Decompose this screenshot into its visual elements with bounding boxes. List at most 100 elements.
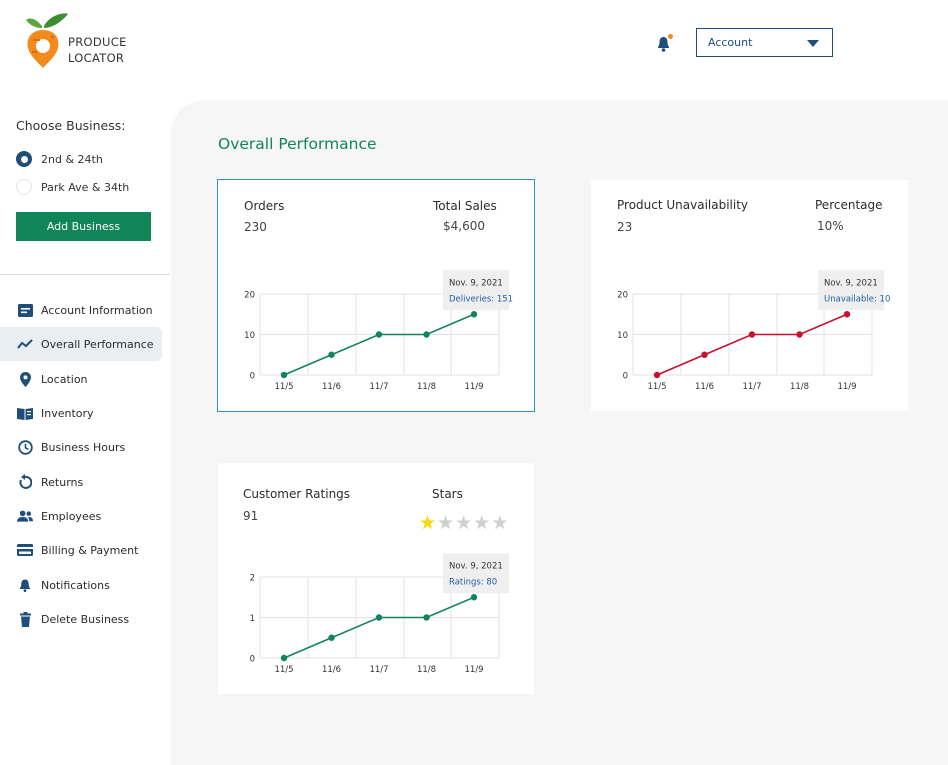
nav-account-information[interactable]: Account Information — [0, 293, 162, 327]
data-point[interactable] — [280, 654, 288, 662]
radio-unselected-icon[interactable] — [16, 179, 32, 195]
trend-line-icon — [17, 336, 33, 352]
people-icon — [17, 508, 33, 524]
nav-label: Account Information — [41, 303, 153, 317]
radio-selected-icon[interactable] — [16, 151, 32, 167]
nav-label: Business Hours — [41, 440, 126, 454]
data-point[interactable] — [375, 614, 383, 621]
trash-icon — [17, 611, 33, 627]
map-pin-icon — [17, 371, 33, 387]
y-tick-label: 0 — [623, 372, 628, 382]
notifications-bell-icon[interactable] — [655, 34, 677, 52]
clock-icon — [17, 439, 33, 455]
x-tick-label: 11/7 — [369, 665, 388, 675]
tooltip-date: Nov. 9, 2021 — [824, 278, 878, 288]
x-tick-label: 11/8 — [417, 665, 436, 675]
nav-label: Notifications — [41, 578, 110, 592]
x-tick-label: 11/9 — [464, 665, 483, 675]
tooltip — [443, 270, 509, 311]
data-point[interactable] — [423, 614, 430, 621]
nav-employees[interactable]: Employees — [0, 499, 162, 533]
caret-down-icon — [807, 40, 819, 47]
y-tick-label: 1 — [250, 614, 255, 624]
data-point[interactable] — [470, 594, 478, 601]
data-point[interactable] — [423, 331, 430, 338]
brand-line2: LOCATOR — [68, 51, 125, 65]
business-option-label: 2nd & 24th — [41, 152, 103, 166]
nav-business-hours[interactable]: Business Hours — [0, 430, 162, 464]
x-tick-label: 11/5 — [647, 382, 666, 392]
main-panel: Overall Performance Orders 230 Total Sal… — [171, 100, 948, 765]
x-tick-label: 11/8 — [417, 382, 436, 392]
data-point[interactable] — [328, 634, 335, 641]
account-dropdown[interactable]: Account — [696, 28, 833, 57]
nav-location[interactable]: Location — [0, 362, 162, 396]
tooltip — [443, 553, 509, 594]
business-option-park-ave[interactable]: Park Ave & 34th — [16, 179, 129, 195]
series-line — [283, 313, 475, 376]
account-dropdown-label: Account — [708, 36, 753, 49]
book-icon — [17, 405, 33, 421]
product-unavailability-card[interactable]: Product Unavailability 23 Percentage 10%… — [591, 180, 908, 411]
credit-card-icon — [17, 542, 33, 558]
nav-billing-payment[interactable]: Billing & Payment — [0, 533, 162, 567]
nav-returns[interactable]: Returns — [0, 465, 162, 499]
x-tick-label: 11/5 — [274, 665, 293, 675]
nav-notifications[interactable]: Notifications — [0, 568, 162, 602]
orders-card[interactable]: Orders 230 Total Sales $4,600 0 10 20 11/5 1… — [217, 179, 535, 412]
nav-overall-performance[interactable]: Overall Performance — [0, 327, 162, 361]
data-point[interactable] — [796, 331, 803, 338]
x-tick-label: 11/5 — [274, 382, 293, 392]
return-arrow-icon — [17, 474, 33, 490]
customer-ratings-card[interactable]: Customer Ratings 91 Stars ★★★★★ 0 1 2 11/5 1… — [218, 463, 534, 694]
nav-label: Location — [41, 372, 88, 386]
series-line — [283, 596, 475, 659]
data-point[interactable] — [701, 351, 708, 358]
sidebar-divider — [0, 274, 170, 275]
y-tick-label: 10 — [244, 331, 255, 341]
data-point[interactable] — [653, 371, 661, 379]
y-tick-label: 2 — [250, 574, 255, 584]
x-tick-label: 11/9 — [464, 382, 483, 392]
tooltip-value: Deliveries: 151 — [449, 294, 513, 304]
series-line — [656, 313, 848, 376]
x-tick-label: 11/6 — [322, 382, 341, 392]
data-point[interactable] — [470, 311, 478, 318]
y-tick-label: 0 — [250, 655, 255, 665]
x-tick-label: 11/7 — [742, 382, 761, 392]
tooltip-date: Nov. 9, 2021 — [449, 561, 503, 571]
id-card-icon — [17, 302, 33, 318]
nav-label: Inventory — [41, 406, 94, 420]
data-point[interactable] — [280, 371, 288, 379]
brand-line1: PRODUCE — [68, 35, 127, 49]
add-business-button[interactable]: Add Business — [16, 212, 151, 241]
nav-delete-business[interactable]: Delete Business — [0, 602, 162, 636]
y-tick-label: 10 — [617, 331, 628, 341]
nav-label: Returns — [41, 475, 84, 489]
nav-label: Employees — [41, 509, 102, 523]
y-tick-label: 20 — [244, 291, 255, 301]
x-tick-label: 11/6 — [695, 382, 714, 392]
x-tick-label: 11/8 — [790, 382, 809, 392]
business-option-label: Park Ave & 34th — [41, 180, 130, 194]
page-title: Overall Performance — [218, 135, 377, 153]
nav-label: Overall Performance — [41, 337, 154, 351]
nav-label: Delete Business — [41, 612, 130, 626]
tooltip — [818, 270, 884, 311]
nav-label: Billing & Payment — [41, 543, 139, 557]
data-point[interactable] — [328, 351, 335, 358]
x-tick-label: 11/7 — [369, 382, 388, 392]
data-point[interactable] — [748, 331, 756, 338]
tooltip-value: Unavailable: 10 — [824, 294, 890, 304]
y-tick-label: 20 — [617, 291, 628, 301]
unavailability-line-chart: 0 10 20 11/5 11/6 11/7 11/8 11/9 Nov. 9, 2021 Una… — [617, 270, 890, 392]
tooltip-date: Nov. 9, 2021 — [449, 278, 503, 288]
business-option-2nd-24th[interactable]: 2nd & 24th — [16, 151, 103, 167]
data-point[interactable] — [375, 331, 383, 338]
data-point[interactable] — [843, 311, 851, 318]
carrot-logo-icon — [26, 13, 68, 68]
nav-inventory[interactable]: Inventory — [0, 396, 162, 430]
x-tick-label: 11/9 — [837, 382, 856, 392]
x-tick-label: 11/6 — [322, 665, 341, 675]
y-tick-label: 0 — [250, 372, 255, 382]
